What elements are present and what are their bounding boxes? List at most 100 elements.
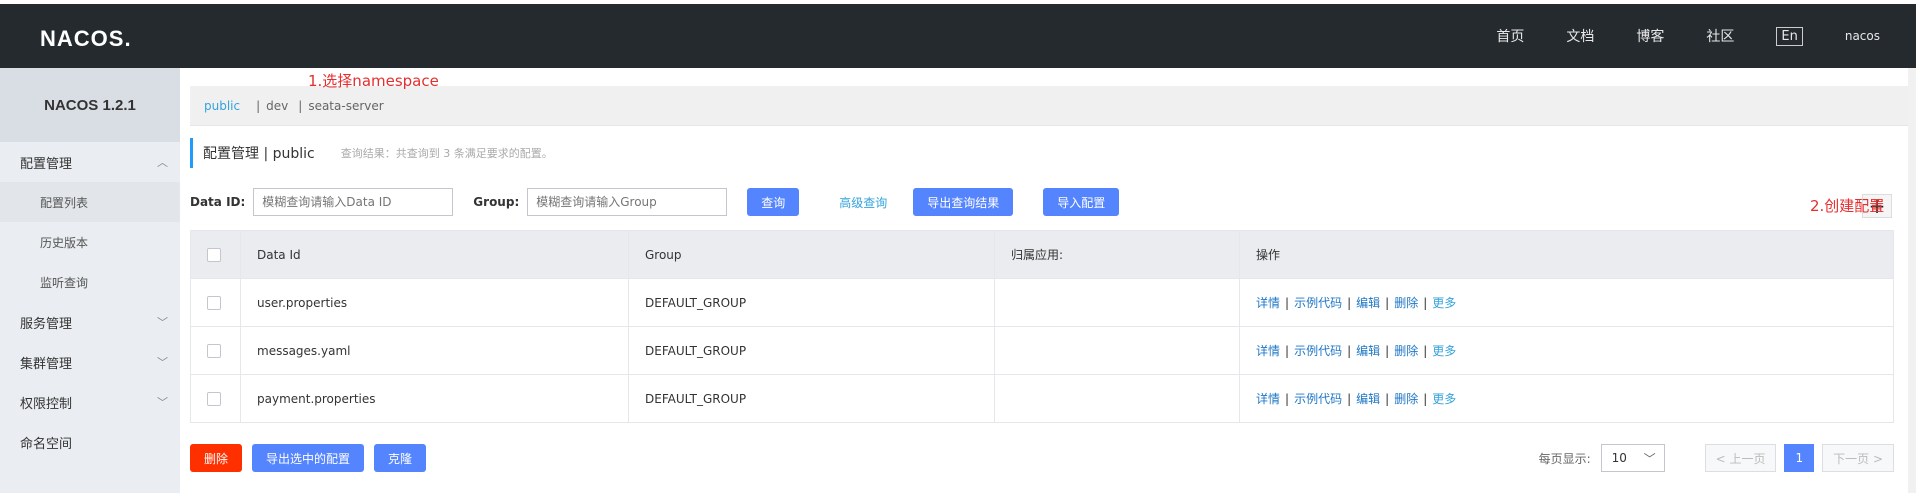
detail-link[interactable]: 详情: [1256, 296, 1280, 310]
namespace-bar: public | dev | seata-server: [190, 86, 1910, 126]
sidebar-item-config-list[interactable]: 配置列表: [0, 182, 180, 222]
sample-code-link[interactable]: 示例代码: [1294, 296, 1342, 310]
sidebar-brand: NACOS 1.2.1: [0, 68, 180, 142]
bulk-actions: 删除 导出选中的配置 克隆: [190, 444, 427, 472]
checkbox[interactable]: [207, 247, 221, 262]
sidebar-item-cluster-management[interactable]: 集群管理 ﹀: [0, 342, 180, 382]
checkbox[interactable]: [207, 295, 221, 310]
table-row: payment.properties DEFAULT_GROUP 详情 | 示例代码…: [190, 374, 1894, 423]
more-link[interactable]: 更多: [1432, 296, 1456, 310]
table-footer: 删除 导出选中的配置 克隆 每页显示: 10 ﹀ < 上一页 1 下一页 >: [190, 444, 1894, 472]
next-page-button[interactable]: 下一页 >: [1822, 444, 1894, 472]
sidebar-item-listener-query[interactable]: 监听查询: [0, 262, 180, 302]
sidebar-item-service-management[interactable]: 服务管理 ﹀: [0, 302, 180, 342]
delete-link[interactable]: 删除: [1394, 392, 1418, 406]
sidebar-item-namespace[interactable]: 命名空间: [0, 422, 180, 462]
page-size-select[interactable]: 10 ﹀: [1600, 444, 1665, 472]
sidebar-item-label: 监听查询: [40, 275, 89, 290]
chevron-down-icon: ﹀: [157, 316, 168, 329]
sidebar-item-label: 配置列表: [40, 195, 89, 210]
export-selected-button[interactable]: 导出选中的配置: [252, 444, 365, 472]
nacos-logo[interactable]: NACOS.: [40, 26, 132, 52]
cell-app: [994, 278, 1240, 327]
delete-selected-button[interactable]: 删除: [190, 444, 243, 472]
sidebar-item-label: 集群管理: [20, 356, 73, 372]
page-size-value: 10: [1611, 451, 1627, 465]
sidebar-item-label: 服务管理: [20, 316, 73, 332]
sidebar-item-access-control[interactable]: 权限控制 ﹀: [0, 382, 180, 422]
separator: |: [298, 98, 303, 113]
top-nav: 首页 文档 博客 社区 En nacos: [1496, 4, 1916, 68]
import-config-button[interactable]: 导入配置: [1043, 188, 1120, 216]
chevron-down-icon: ﹀: [157, 396, 168, 409]
table-row: user.properties DEFAULT_GROUP 详情 | 示例代码 | 编辑…: [190, 278, 1894, 327]
detail-link[interactable]: 详情: [1256, 344, 1280, 358]
dataid-input[interactable]: [253, 188, 454, 216]
checkbox[interactable]: [207, 391, 221, 406]
nav-home[interactable]: 首页: [1496, 26, 1524, 46]
sidebar-item-config-management[interactable]: 配置管理 ︿: [0, 142, 180, 182]
sidebar-item-label: 权限控制: [20, 396, 73, 412]
cell-group: DEFAULT_GROUP: [628, 374, 995, 423]
search-bar: Data ID: Group: 查询 高级查询 导出查询结果 导入配置: [190, 188, 1120, 216]
clone-button[interactable]: 克隆: [374, 444, 427, 472]
cell-app: [994, 374, 1240, 423]
page-title-text: 配置管理 | public: [203, 146, 315, 162]
group-label: Group:: [473, 195, 520, 209]
page-title: 配置管理 | public 查询结果：共查询到 3 条满足要求的配置。: [190, 138, 553, 168]
cell-dataid: user.properties: [240, 278, 629, 327]
query-button[interactable]: 查询: [747, 188, 800, 216]
nav-blog[interactable]: 博客: [1636, 26, 1664, 46]
page-scrollbar[interactable]: [1908, 68, 1916, 493]
user-menu[interactable]: nacos: [1845, 29, 1880, 43]
more-link[interactable]: 更多: [1432, 344, 1456, 358]
sidebar-item-history[interactable]: 历史版本: [0, 222, 180, 262]
checkbox[interactable]: [207, 343, 221, 358]
pagination: 每页显示: 10 ﹀ < 上一页 1 下一页 >: [1539, 444, 1894, 472]
chevron-down-icon: ﹀: [1643, 451, 1656, 466]
annotation-select-namespace: 1.选择namespace: [308, 72, 439, 90]
edit-link[interactable]: 编辑: [1356, 296, 1380, 310]
language-toggle[interactable]: En: [1776, 26, 1803, 46]
nav-docs[interactable]: 文档: [1566, 26, 1594, 46]
row-select[interactable]: [190, 278, 241, 327]
sample-code-link[interactable]: 示例代码: [1294, 392, 1342, 406]
cell-group: DEFAULT_GROUP: [628, 278, 995, 327]
sidebar-item-label: 命名空间: [20, 436, 73, 452]
namespace-seata-server[interactable]: seata-server: [308, 99, 383, 113]
edit-link[interactable]: 编辑: [1356, 344, 1380, 358]
cell-operations: 详情 | 示例代码 | 编辑 | 删除 | 更多: [1239, 326, 1894, 375]
annotation-create-config: 2.创建配置: [1810, 197, 1885, 215]
export-result-button[interactable]: 导出查询结果: [913, 188, 1014, 216]
header-group: Group: [628, 230, 995, 279]
header-dataid: Data Id: [240, 230, 629, 279]
cell-dataid: payment.properties: [240, 374, 629, 423]
header-app: 归属应用:: [994, 230, 1240, 279]
advanced-query-link[interactable]: 高级查询: [839, 194, 887, 211]
header-select-all[interactable]: [190, 230, 241, 279]
edit-link[interactable]: 编辑: [1356, 392, 1380, 406]
detail-link[interactable]: 详情: [1256, 392, 1280, 406]
row-select[interactable]: [190, 326, 241, 375]
namespace-dev[interactable]: dev: [266, 99, 288, 113]
row-select[interactable]: [190, 374, 241, 423]
chevron-up-icon: ︿: [157, 156, 168, 169]
cell-app: [994, 326, 1240, 375]
prev-page-button[interactable]: < 上一页: [1704, 444, 1777, 472]
delete-link[interactable]: 删除: [1394, 344, 1418, 358]
delete-link[interactable]: 删除: [1394, 296, 1418, 310]
table-header-row: Data Id Group 归属应用: 操作: [190, 230, 1894, 279]
page-number-button[interactable]: 1: [1784, 444, 1815, 472]
separator: |: [256, 98, 261, 113]
group-input[interactable]: [527, 188, 728, 216]
query-result-summary: 查询结果：共查询到 3 条满足要求的配置。: [340, 147, 553, 160]
nav-community[interactable]: 社区: [1706, 26, 1734, 46]
sidebar: NACOS 1.2.1 配置管理 ︿ 配置列表 历史版本 监听查询 服务管理 ﹀…: [0, 68, 180, 493]
sample-code-link[interactable]: 示例代码: [1294, 344, 1342, 358]
more-link[interactable]: 更多: [1432, 392, 1456, 406]
chevron-down-icon: ﹀: [157, 356, 168, 369]
sidebar-item-label: 配置管理: [20, 156, 73, 172]
cell-operations: 详情 | 示例代码 | 编辑 | 删除 | 更多: [1239, 278, 1894, 327]
namespace-public[interactable]: public: [204, 99, 240, 113]
cell-operations: 详情 | 示例代码 | 编辑 | 删除 | 更多: [1239, 374, 1894, 423]
